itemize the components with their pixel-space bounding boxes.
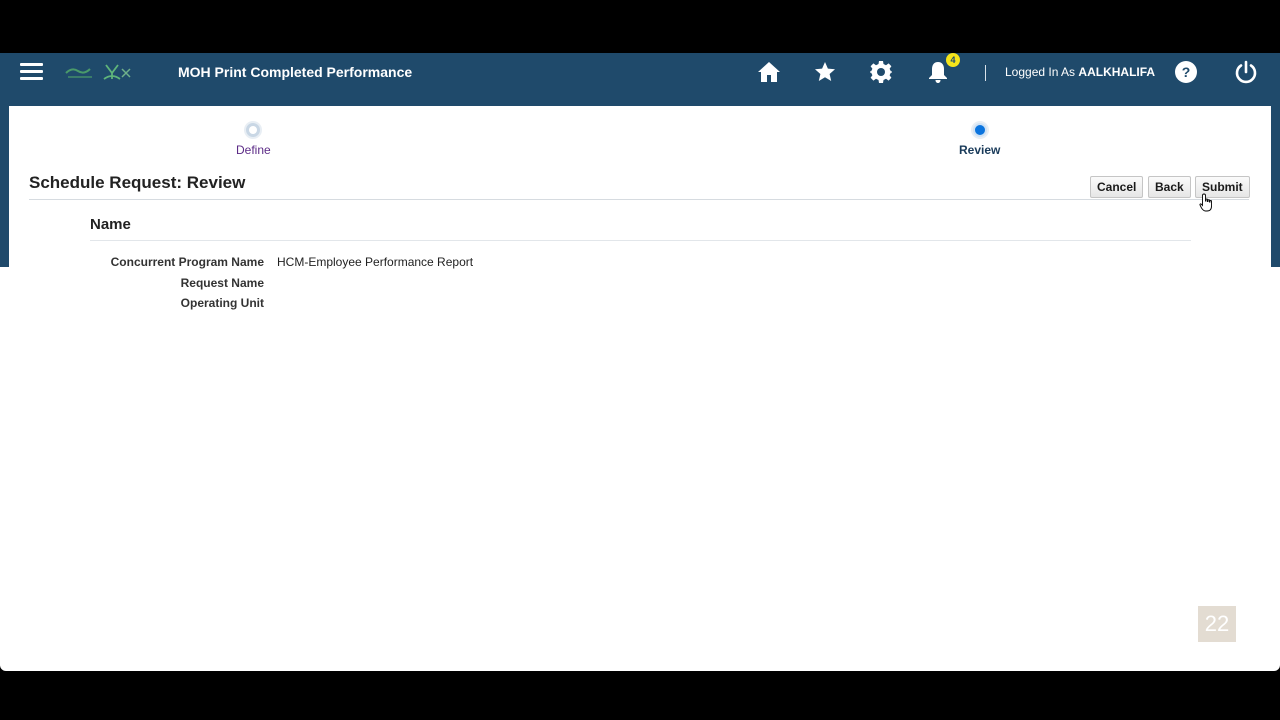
home-icon[interactable] bbox=[757, 60, 781, 84]
logged-in-prefix: Logged In As bbox=[1005, 65, 1076, 79]
page-number-badge: 22 bbox=[1198, 606, 1236, 642]
star-icon[interactable] bbox=[813, 60, 837, 84]
field-label-request-name: Request Name bbox=[180, 276, 264, 290]
back-button[interactable]: Back bbox=[1148, 176, 1191, 198]
field-value-concurrent-program: HCM-Employee Performance Report bbox=[277, 255, 474, 269]
bell-icon[interactable]: 4 bbox=[926, 53, 960, 84]
ministry-logo bbox=[65, 64, 131, 80]
power-icon[interactable] bbox=[1234, 60, 1258, 84]
notification-count-badge: 4 bbox=[946, 53, 960, 67]
title-divider bbox=[29, 199, 1249, 200]
header-separator bbox=[985, 65, 986, 81]
train-step-define-indicator bbox=[246, 123, 261, 137]
section-divider bbox=[90, 240, 1191, 241]
train-step-review: Review bbox=[959, 123, 1000, 157]
train-step-define[interactable]: Define bbox=[236, 123, 271, 157]
gear-icon[interactable] bbox=[869, 60, 893, 84]
page-title: Schedule Request: Review bbox=[29, 173, 246, 192]
train-step-define-label[interactable]: Define bbox=[236, 143, 271, 157]
section-title: Name bbox=[90, 216, 131, 233]
field-label-operating-unit: Operating Unit bbox=[180, 296, 264, 310]
app-header: MOH Print Completed Performance 4 Logged… bbox=[0, 53, 1280, 106]
page-content: Define Review Schedule Request: Review C… bbox=[0, 53, 1280, 671]
hand-cursor-icon bbox=[1199, 193, 1212, 212]
train-step-review-label: Review bbox=[959, 143, 1001, 157]
cancel-button[interactable]: Cancel bbox=[1090, 176, 1144, 198]
logged-in-user: Logged In As AALKHALIFA bbox=[1005, 65, 1155, 79]
train-step-review-indicator bbox=[972, 123, 987, 137]
svg-text:?: ? bbox=[1182, 64, 1191, 80]
menu-icon[interactable] bbox=[20, 63, 43, 81]
field-label-concurrent-program: Concurrent Program Name bbox=[110, 255, 264, 269]
help-icon[interactable]: ? bbox=[1174, 60, 1198, 84]
app-title: MOH Print Completed Performance bbox=[178, 64, 413, 80]
username: AALKHALIFA bbox=[1078, 65, 1156, 79]
